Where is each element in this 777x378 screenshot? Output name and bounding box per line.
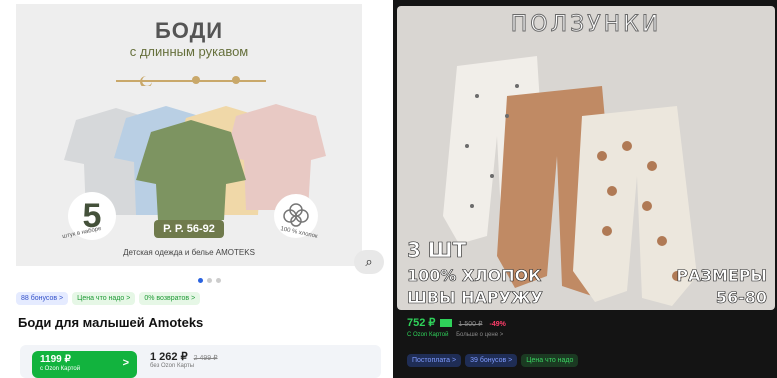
image-caption: Детская одежда и белье AMOTEKS [123,248,255,257]
image-sizes-value: 56-80 [715,288,768,308]
card-label: С Ozon Картой [407,332,449,338]
regular-price-amount: 1 262 ₽ [150,351,188,363]
price-amount: 752 ₽ [407,317,436,329]
old-price: 2 499 ₽ [193,355,218,362]
rompers-illustration [443,56,697,306]
bonus-chip[interactable]: 88 бонусов > [16,292,69,305]
product-image-bodysuits[interactable]: БОДИ с длинным рукавом 5 штук в наборе Р… [16,4,362,266]
similar-search-button[interactable]: ⌕ [354,250,384,274]
promo-chips: Постоплата > 39 бонусов > Цена что надо [407,354,579,367]
hanger-rail-illustration [116,76,266,86]
product-image-rompers[interactable]: ПОЛЗУНКИ 3 ШТ 100% ХЛОПОК ШВЫ НАРУЖУ РАЗ… [397,6,775,310]
ozon-card-icon [440,319,453,328]
image-cotton: 100% ХЛОПОК [407,266,542,286]
promo-chips: 88 бонусов > Цена что надо > 0% возврато… [16,292,201,305]
regular-price: 1 262 ₽ 2 499 ₽ [150,350,218,363]
discount-badge: -49% [489,321,506,328]
image-sizes-label: РАЗМЕРЫ [676,266,767,286]
product-title[interactable]: Боди для малышей Amoteks [18,315,203,330]
card-price-amount: 1199 ₽ [40,354,71,365]
card-price-label: с Ozon Картой [40,366,81,372]
product-card-rompers[interactable]: ПОЛЗУНКИ 3 ШТ 100% ХЛОПОК ШВЫ НАРУЖУ РАЗ… [393,0,777,378]
regular-price-label: без Ozon Карты [150,363,195,369]
bonus-chip[interactable]: 39 бонусов > [465,354,518,367]
image-title: БОДИ [154,18,224,43]
card-price[interactable]: 752 ₽ 1 500 ₽ -49% [407,316,506,329]
good-price-chip[interactable]: Цена что надо [521,354,579,367]
chevron-right-icon: > [122,357,129,369]
good-price-chip[interactable]: Цена что надо > [72,292,136,305]
carousel-dot-active[interactable] [198,278,203,283]
product-grid: БОДИ с длинным рукавом 5 штук в наборе Р… [0,0,777,378]
ozon-card-price-button[interactable]: 1199 ₽ с Ozon Картой > [32,351,137,378]
price-box: 1199 ₽ с Ozon Картой > 1 262 ₽ 2 499 ₽ б… [20,345,381,378]
size-badge: Р. Р. 56-92 [154,220,224,238]
card-price-label: С Ozon Картой Больше о цене > [407,332,503,338]
carousel-dot[interactable] [207,278,212,283]
image-title: ПОЛЗУНКИ [510,12,662,38]
camera-search-icon: ⌕ [365,254,373,269]
carousel-dot[interactable] [216,278,221,283]
zero-returns-chip[interactable]: 0% возвратов > [139,292,201,305]
image-seams: ШВЫ НАРУЖУ [407,288,543,308]
image-subtitle: с длинным рукавом [129,44,249,59]
postpay-chip[interactable]: Постоплата > [407,354,462,367]
image-qty: 3 ШТ [407,238,467,263]
product-card-bodysuits[interactable]: БОДИ с длинным рукавом 5 штук в наборе Р… [0,0,393,378]
price-details-link[interactable]: Больше о цене > [456,332,503,338]
old-price: 1 500 ₽ [458,321,483,328]
carousel-dots[interactable] [198,278,221,283]
